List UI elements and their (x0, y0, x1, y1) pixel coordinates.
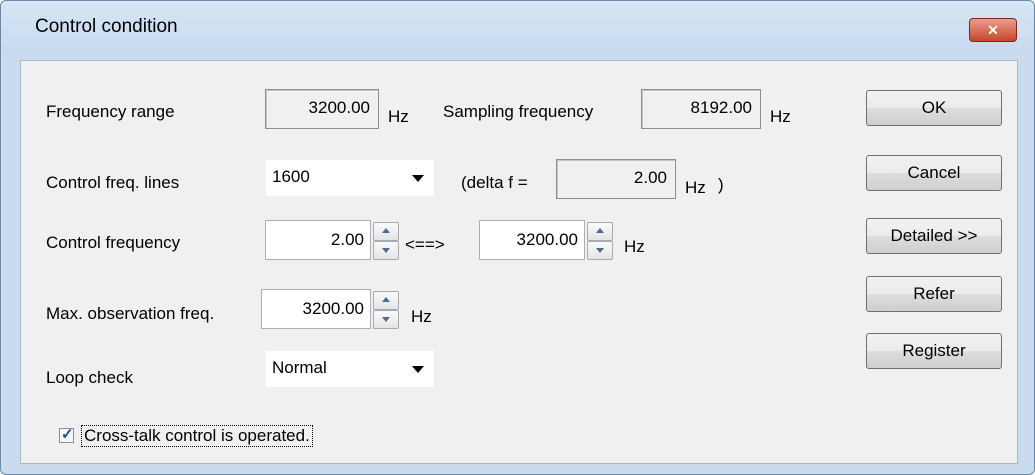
delta-f-suffix: ) (718, 175, 724, 194)
loop-check-value: Normal (272, 358, 327, 377)
chevron-down-icon (412, 175, 424, 182)
ok-button[interactable]: OK (866, 90, 1002, 126)
sampling-frequency-field: 8192.00 (641, 89, 761, 129)
control-frequency-from-spinner[interactable] (373, 222, 399, 260)
control-frequency-from-input[interactable]: 2.00 (265, 220, 371, 260)
cross-talk-label[interactable]: Cross-talk control is operated. (81, 425, 313, 447)
dialog-title: Control condition (35, 16, 178, 37)
sampling-frequency-label: Sampling frequency (443, 102, 594, 121)
spin-up-icon[interactable] (373, 291, 399, 310)
delta-f-field: 2.00 (556, 159, 676, 199)
loop-check-select[interactable]: Normal (265, 350, 435, 388)
detailed-button[interactable]: Detailed >> (866, 218, 1002, 254)
spin-down-icon[interactable] (587, 241, 613, 260)
spin-up-icon[interactable] (587, 222, 613, 241)
control-frequency-to-spinner[interactable] (587, 222, 613, 260)
cancel-button[interactable]: Cancel (866, 155, 1002, 191)
spin-down-icon[interactable] (373, 310, 399, 329)
control-frequency-label: Control frequency (46, 233, 181, 252)
range-separator: <==> (405, 235, 445, 254)
max-observation-input[interactable]: 3200.00 (261, 289, 371, 329)
delta-f-unit: Hz (685, 178, 706, 197)
delta-f-prefix: (delta f = (461, 173, 528, 192)
spin-down-icon[interactable] (373, 241, 399, 260)
refer-button[interactable]: Refer (866, 276, 1002, 312)
max-observation-label: Max. observation freq. (46, 304, 215, 323)
dialog-body: Frequency range 3200.00 Hz Sampling freq… (20, 60, 1018, 464)
sampling-frequency-unit: Hz (770, 107, 791, 126)
control-frequency-unit: Hz (624, 237, 645, 256)
spin-up-icon[interactable] (373, 222, 399, 241)
title-bar: Control condition ✕ (1, 1, 1034, 53)
frequency-range-label: Frequency range (46, 102, 175, 121)
frequency-range-unit: Hz (388, 107, 409, 126)
control-freq-lines-value: 1600 (272, 167, 310, 186)
chevron-down-icon (412, 366, 424, 373)
register-button[interactable]: Register (866, 333, 1002, 369)
frequency-range-field: 3200.00 (265, 89, 379, 129)
cross-talk-checkbox[interactable] (59, 425, 74, 443)
close-icon: ✕ (987, 22, 999, 38)
dialog-window: Control condition ✕ Frequency range 3200… (0, 0, 1035, 475)
control-freq-lines-select[interactable]: 1600 (265, 159, 435, 197)
close-button[interactable]: ✕ (969, 18, 1017, 42)
control-frequency-to-input[interactable]: 3200.00 (479, 220, 585, 260)
max-observation-spinner[interactable] (373, 291, 399, 329)
max-observation-unit: Hz (411, 307, 432, 326)
loop-check-label: Loop check (46, 368, 133, 387)
control-freq-lines-label: Control freq. lines (46, 173, 180, 192)
